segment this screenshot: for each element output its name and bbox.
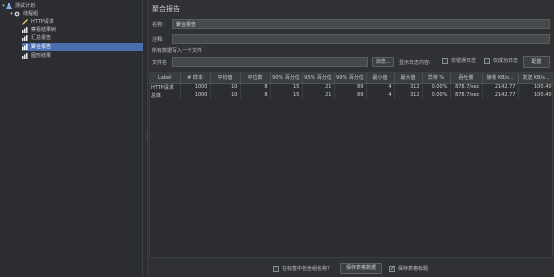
table-cell: 4 — [366, 83, 395, 91]
column-header[interactable]: Label — [150, 73, 181, 84]
aggregate-report-panel: 聚合报告 名称: 注释: 所有数据写入一个文件 文件名 浏览... 显示日志内容… — [148, 0, 554, 277]
table-cell: 总体 — [150, 91, 181, 99]
table-header-row: Label # 样本 平均值 中位数 90% 百分位 95% 百分位 99% 百… — [150, 73, 554, 84]
table-cell: 21 — [302, 91, 335, 99]
column-header[interactable]: 吞吐量 — [450, 73, 483, 84]
table-cell: HTTP请求 — [150, 83, 181, 91]
tree-item-label: 图形结果 — [31, 53, 52, 59]
listener-chart-icon — [22, 53, 28, 59]
http-sampler-pen-icon — [22, 19, 28, 25]
column-header[interactable]: 最小值 — [366, 73, 395, 84]
table-cell: 2142.77 — [482, 91, 519, 99]
table-cell: 0.00% — [422, 91, 451, 99]
tree-item-thread-group[interactable]: ▾ 线程组 — [9, 10, 143, 18]
table-cell: 10 — [210, 91, 241, 99]
table-cell: 15 — [270, 83, 303, 91]
write-to-file-section-title: 所有数据写入一个文件 — [152, 48, 203, 54]
filename-field[interactable] — [172, 57, 368, 67]
table-cell: 312 — [394, 91, 423, 99]
save-table-data-button[interactable]: 保存表格数据 — [340, 263, 382, 274]
table-row[interactable]: 总体 1000 10 8 15 21 89 4 312 0.00% 878.7/… — [150, 91, 554, 99]
table-cell: 878.7/sec — [450, 83, 483, 91]
listener-chart-icon — [22, 27, 28, 33]
column-header[interactable]: 平均值 — [210, 73, 241, 84]
success-only-checkbox[interactable]: 仅成功日志 — [484, 57, 518, 64]
tree-item-label: 察看结果树 — [31, 27, 57, 33]
table-cell: 15 — [270, 91, 303, 99]
name-label: 名称: — [152, 22, 164, 28]
table-cell: 10 — [210, 83, 241, 91]
comment-label: 注释: — [152, 37, 164, 43]
filename-label: 文件名 — [152, 60, 168, 66]
column-header[interactable]: 接收 KB/s... — [482, 73, 519, 84]
tree-item-graph-results[interactable]: 图形结果 — [22, 52, 143, 60]
tree-item-view-results-tree[interactable]: 察看结果树 — [22, 26, 143, 34]
thread-group-gear-icon — [14, 11, 20, 17]
save-table-header-label: 保存表格标题 — [398, 266, 429, 272]
tree-item-label: 汇总报告 — [31, 35, 52, 41]
table-cell: 2142.77 — [482, 83, 519, 91]
checkbox-box[interactable] — [442, 57, 448, 64]
comment-field[interactable] — [172, 34, 550, 44]
errors-only-label: 仅错误日志 — [451, 58, 477, 64]
listener-chart-icon — [22, 35, 28, 41]
table-cell: 312 — [394, 83, 423, 91]
errors-only-checkbox[interactable]: 仅错误日志 — [442, 57, 476, 64]
tree-item-http-request[interactable]: HTTP请求 — [22, 18, 143, 26]
column-header[interactable]: 发送 KB/s... — [518, 73, 554, 84]
table-cell: 4 — [366, 91, 395, 99]
test-plan-tree[interactable]: ▾ 测试计划 ▾ 线程组 HTTP请求 察看结果树 汇总报告 聚合报告 图形结果 — [0, 0, 143, 277]
checkbox-box[interactable] — [484, 57, 490, 64]
results-table[interactable]: Label # 样本 平均值 中位数 90% 百分位 95% 百分位 99% 百… — [149, 72, 554, 258]
browse-button[interactable]: 浏览... — [372, 57, 394, 67]
table-cell: 100.40 — [518, 91, 554, 99]
column-header[interactable]: 异常 % — [422, 73, 451, 84]
checkbox-box[interactable] — [273, 265, 279, 272]
table-row[interactable]: HTTP请求 1000 10 8 15 21 89 4 312 0.00% 87… — [150, 83, 554, 91]
configure-button[interactable]: 配置 — [523, 56, 550, 68]
tree-item-test-plan[interactable]: ▾ 测试计划 — [1, 2, 143, 10]
checkbox-box[interactable] — [389, 265, 395, 272]
tree-item-label: 线程组 — [23, 11, 39, 17]
tree-item-label: 聚合报告 — [31, 44, 52, 50]
column-header[interactable]: 最大值 — [394, 73, 423, 84]
column-header[interactable]: 中位数 — [240, 73, 271, 84]
table-cell: 8 — [240, 83, 271, 91]
column-header[interactable]: 90% 百分位 — [270, 73, 303, 84]
table-cell: 878.7/sec — [450, 91, 483, 99]
column-header[interactable]: 99% 百分位 — [334, 73, 367, 84]
page-title: 聚合报告 — [152, 5, 180, 13]
success-only-label: 仅成功日志 — [493, 58, 519, 64]
table-cell: 0.00% — [422, 83, 451, 91]
tree-item-summary-report[interactable]: 汇总报告 — [22, 34, 143, 42]
name-field[interactable] — [172, 19, 550, 29]
table-cell: 1000 — [180, 83, 211, 91]
table-cell: 100.40 — [518, 83, 554, 91]
include-group-name-label: 在标签中包含组名称? — [282, 266, 330, 272]
column-header[interactable]: # 样本 — [180, 73, 211, 84]
table-cell: 21 — [302, 83, 335, 91]
tree-item-label: 测试计划 — [15, 3, 36, 9]
table-cell: 89 — [334, 83, 367, 91]
listener-chart-icon — [22, 44, 28, 50]
table-cell: 1000 — [180, 91, 211, 99]
test-plan-icon — [6, 3, 12, 9]
tree-item-aggregate-report[interactable]: 聚合报告 — [22, 43, 143, 51]
column-header[interactable]: 95% 百分位 — [302, 73, 335, 84]
log-display-label: 显示日志内容: — [399, 60, 431, 66]
save-table-header-checkbox[interactable]: 保存表格标题 — [389, 265, 428, 272]
table-cell: 89 — [334, 91, 367, 99]
include-group-name-checkbox[interactable]: 在标签中包含组名称? — [273, 265, 330, 272]
tree-item-label: HTTP请求 — [31, 19, 54, 25]
table-cell: 8 — [240, 91, 271, 99]
